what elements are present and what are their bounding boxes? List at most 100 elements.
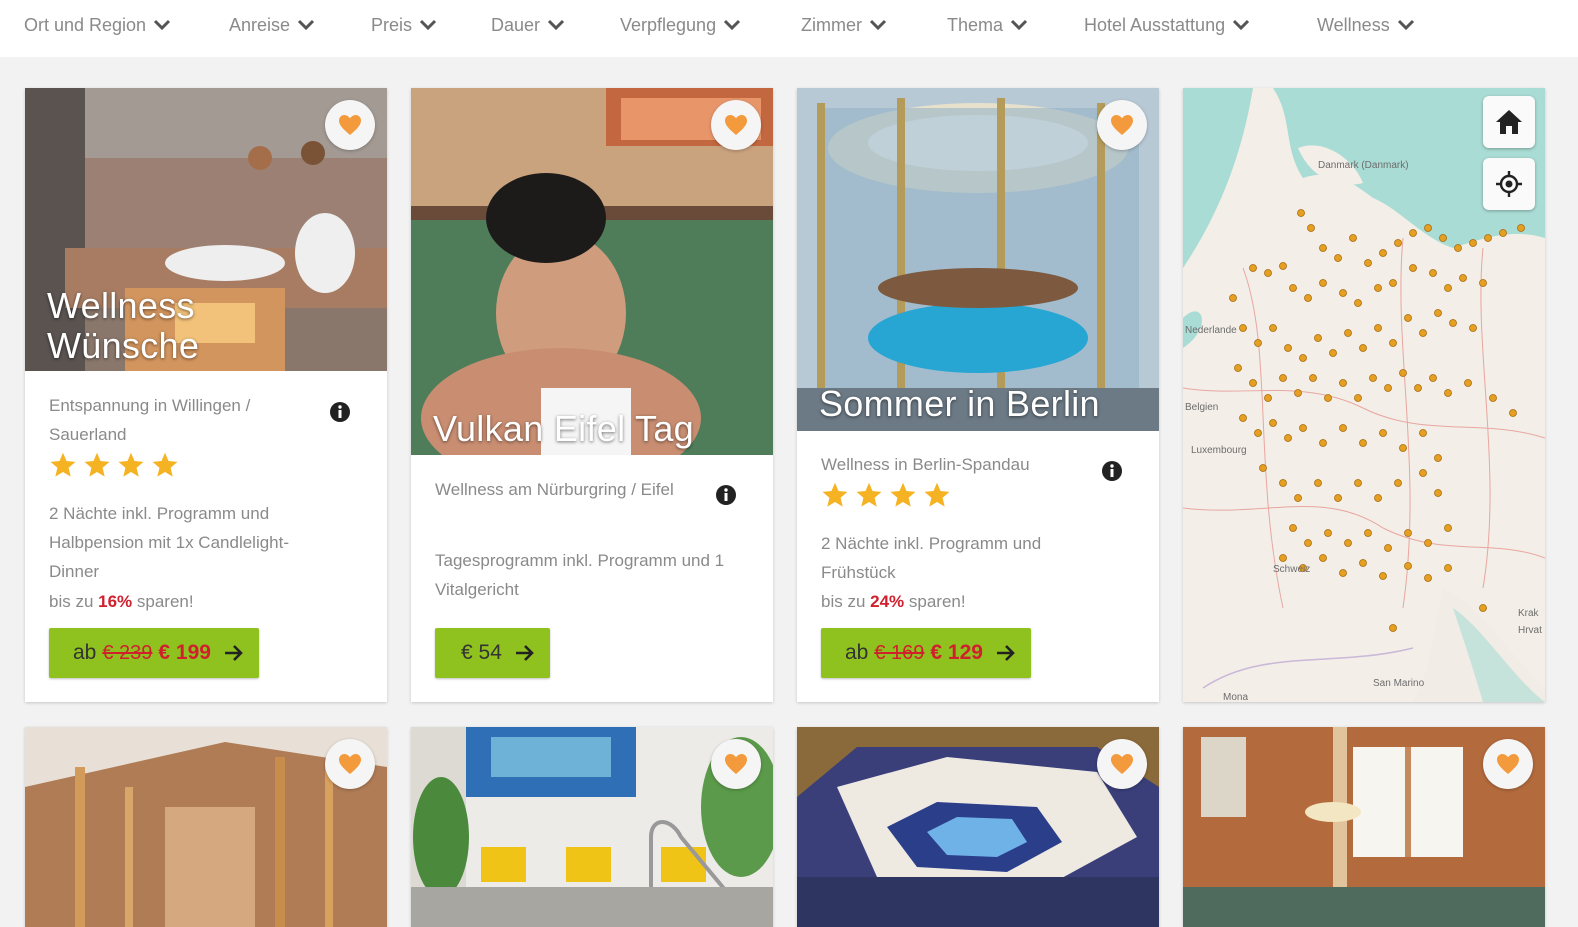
favorite-button[interactable] bbox=[711, 100, 761, 150]
filter-label: Verpflegung bbox=[620, 14, 717, 35]
offer-card[interactable]: Wellness Wünsche Entspannung in Willinge… bbox=[25, 88, 387, 702]
offer-location: Entspannung in Willingen / Sauerland bbox=[49, 396, 251, 444]
filter-hotel-ausstattung[interactable]: Hotel Ausstattung bbox=[1084, 13, 1250, 37]
offer-card[interactable]: Vulkan Eifel Tag Wellness am Nürburgring… bbox=[411, 88, 773, 702]
offer-title-line1: Sommer in Berlin bbox=[819, 383, 1100, 424]
hotel-map[interactable]: Danmark (Danmark) Nederlande Belgien Lux… bbox=[1183, 88, 1545, 702]
offer-image-woman[interactable]: Vulkan Eifel Tag bbox=[411, 88, 773, 455]
star-icon bbox=[890, 482, 916, 507]
info-icon[interactable] bbox=[1101, 460, 1123, 482]
map-label: Belgien bbox=[1185, 402, 1218, 413]
home-icon bbox=[1496, 110, 1522, 134]
chevron-down-icon bbox=[419, 19, 437, 31]
favorite-button[interactable] bbox=[1483, 739, 1533, 789]
offer-title-line1: Wellness bbox=[47, 285, 195, 326]
chevron-down-icon bbox=[1233, 19, 1250, 31]
heart-icon bbox=[339, 115, 361, 135]
filter-verpflegung[interactable]: Verpflegung bbox=[620, 13, 741, 37]
filter-wellness[interactable]: Wellness bbox=[1317, 13, 1415, 37]
star-icon bbox=[924, 482, 950, 507]
offer-card[interactable] bbox=[25, 727, 387, 927]
savings-text: bis zu 24% sparen! bbox=[821, 592, 966, 612]
offer-image-lounge[interactable] bbox=[25, 727, 387, 927]
star-icon bbox=[84, 452, 110, 477]
map-locate-button[interactable] bbox=[1483, 158, 1535, 210]
price-button[interactable]: € 54 bbox=[435, 628, 550, 678]
filter-thema[interactable]: Thema bbox=[947, 13, 1028, 37]
heart-icon bbox=[339, 754, 361, 774]
heart-icon bbox=[1111, 115, 1133, 135]
filter-label: Wellness bbox=[1317, 14, 1390, 35]
savings-text: bis zu 16% sparen! bbox=[49, 592, 194, 612]
offer-card[interactable]: Sommer in Berlin Wellness in Berlin-Span… bbox=[797, 88, 1159, 702]
filter-label: Hotel Ausstattung bbox=[1084, 14, 1226, 35]
heart-icon bbox=[725, 754, 747, 774]
savings-percent: 24% bbox=[870, 592, 905, 611]
chevron-down-icon bbox=[547, 19, 565, 31]
savings-suffix: sparen! bbox=[904, 592, 966, 611]
map-label: Mona bbox=[1223, 692, 1248, 702]
favorite-button[interactable] bbox=[1097, 100, 1147, 150]
star-icon bbox=[50, 452, 76, 477]
price: € 54 bbox=[461, 641, 502, 664]
filter-label: Thema bbox=[947, 14, 1004, 35]
filter-zimmer[interactable]: Zimmer bbox=[801, 13, 887, 37]
offer-image-pool-hall[interactable] bbox=[411, 727, 773, 927]
heart-icon bbox=[1111, 754, 1133, 774]
map-label: Danmark (Danmark) bbox=[1318, 160, 1409, 171]
favorite-button[interactable] bbox=[325, 739, 375, 789]
old-price: € 239 bbox=[102, 641, 153, 664]
map-label: Schweiz bbox=[1273, 564, 1310, 575]
savings-percent: 16% bbox=[98, 592, 133, 611]
favorite-button[interactable] bbox=[1097, 739, 1147, 789]
filter-preis[interactable]: Preis bbox=[371, 13, 437, 37]
arrow-right-icon bbox=[515, 645, 534, 661]
chevron-down-icon bbox=[1010, 19, 1028, 31]
offer-card[interactable] bbox=[411, 727, 773, 927]
map-label: Hrvat bbox=[1518, 625, 1542, 636]
offer-image-wooden-room[interactable] bbox=[1183, 727, 1545, 927]
offer-location: Wellness in Berlin-Spandau bbox=[821, 455, 1030, 474]
map-label: Nederlande bbox=[1185, 325, 1237, 336]
price-prefix: ab bbox=[73, 641, 97, 664]
favorite-button[interactable] bbox=[711, 739, 761, 789]
map-label: San Marino bbox=[1373, 678, 1425, 689]
offer-image-pool[interactable]: Sommer in Berlin bbox=[797, 88, 1159, 431]
star-rating bbox=[49, 451, 179, 479]
favorite-button[interactable] bbox=[325, 100, 375, 150]
offer-image-sauna[interactable]: Wellness Wünsche bbox=[25, 88, 387, 371]
new-price: € 199 bbox=[158, 641, 211, 664]
chevron-down-icon bbox=[297, 19, 315, 31]
price-button[interactable]: ab € 169 € 129 bbox=[821, 628, 1031, 678]
star-icon bbox=[856, 482, 882, 507]
filter-ort-und-region[interactable]: Ort und Region bbox=[24, 13, 171, 37]
offer-title-line2: Wünsche bbox=[47, 325, 200, 366]
offer-card[interactable] bbox=[797, 727, 1159, 927]
info-icon[interactable] bbox=[715, 484, 737, 506]
filter-label: Anreise bbox=[229, 14, 291, 35]
chevron-down-icon bbox=[1397, 19, 1414, 31]
savings-prefix: bis zu bbox=[49, 592, 99, 611]
heart-icon bbox=[1497, 754, 1519, 774]
info-icon[interactable] bbox=[329, 401, 351, 423]
filter-label: Dauer bbox=[491, 14, 541, 35]
chevron-down-icon bbox=[154, 19, 171, 31]
filter-label: Zimmer bbox=[801, 14, 862, 35]
offer-description: 2 Nächte inkl. Programm und Halbpension … bbox=[49, 504, 290, 581]
arrow-right-icon bbox=[224, 645, 243, 661]
new-price: € 129 bbox=[930, 641, 983, 664]
offer-card[interactable] bbox=[1183, 727, 1545, 927]
star-icon bbox=[118, 452, 144, 477]
offer-title-line1: Vulkan Eifel Tag bbox=[433, 408, 694, 449]
star-icon bbox=[822, 482, 848, 507]
filter-label: Preis bbox=[371, 14, 413, 35]
filter-label: Ort und Region bbox=[24, 14, 147, 35]
offer-description: Tagesprogramm inkl. Programm und 1 Vital… bbox=[435, 551, 725, 599]
filter-anreise[interactable]: Anreise bbox=[229, 13, 315, 37]
star-rating bbox=[821, 481, 951, 509]
map-label: Luxembourg bbox=[1191, 445, 1247, 456]
offer-image-ceiling[interactable] bbox=[797, 727, 1159, 927]
price-button[interactable]: ab € 239 € 199 bbox=[49, 628, 259, 678]
filter-dauer[interactable]: Dauer bbox=[491, 13, 565, 37]
map-home-button[interactable] bbox=[1483, 96, 1535, 148]
